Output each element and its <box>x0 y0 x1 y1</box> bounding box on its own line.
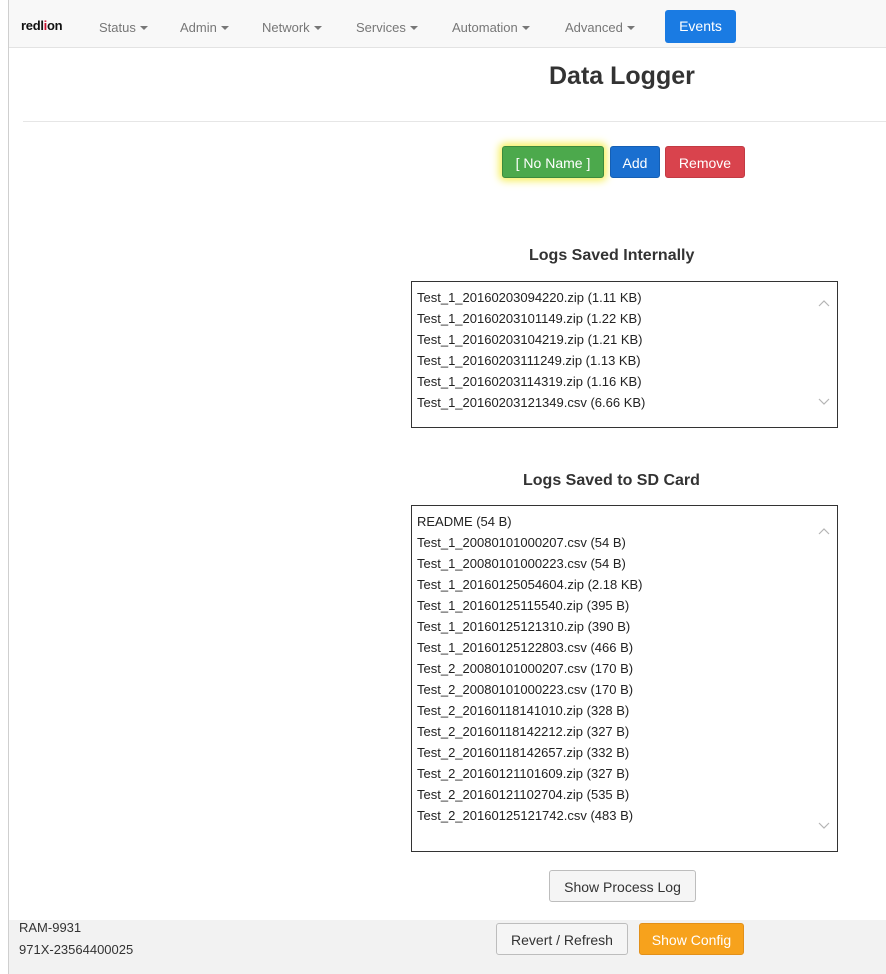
revert-refresh-button[interactable]: Revert / Refresh <box>496 923 628 955</box>
list-item[interactable]: Test_2_20160125121742.csv (483 B) <box>417 805 643 826</box>
device-model: RAM-9931 <box>19 920 82 935</box>
page-title: Data Logger <box>549 62 695 90</box>
divider <box>23 121 886 122</box>
caret-down-icon <box>626 26 635 30</box>
show-process-log-button[interactable]: Show Process Log <box>549 870 696 902</box>
scroll-down-icon[interactable] <box>817 395 831 409</box>
internal-logs-heading: Logs Saved Internally <box>529 247 695 264</box>
nav-status[interactable]: Status <box>99 20 148 35</box>
list-item[interactable]: Test_2_20080101000223.csv (170 B) <box>417 679 643 700</box>
sd-logs-list: README (54 B) Test_1_20080101000207.csv (… <box>417 511 643 826</box>
nav-automation[interactable]: Automation <box>452 20 530 35</box>
nav-network[interactable]: Network <box>262 20 322 35</box>
list-item[interactable]: Test_1_20160203101149.zip (1.22 KB) <box>417 308 645 329</box>
list-item[interactable]: Test_1_20160203094220.zip (1.11 KB) <box>417 287 645 308</box>
caret-down-icon <box>313 26 322 30</box>
nav-advanced[interactable]: Advanced <box>565 20 635 35</box>
list-item[interactable]: Test_1_20160125054604.zip (2.18 KB) <box>417 574 643 595</box>
caret-down-icon <box>139 26 148 30</box>
sd-logs-heading: Logs Saved to SD Card <box>523 472 700 489</box>
show-config-button[interactable]: Show Config <box>639 923 744 955</box>
caret-down-icon <box>521 26 530 30</box>
scroll-up-icon[interactable] <box>817 524 831 538</box>
list-item[interactable]: Test_2_20160118141010.zip (328 B) <box>417 700 643 721</box>
add-logger-button[interactable]: Add <box>610 146 660 178</box>
list-item[interactable]: Test_1_20160203121349.csv (6.66 KB) <box>417 392 645 413</box>
nav-services[interactable]: Services <box>356 20 418 35</box>
list-item[interactable]: Test_1_20080101000223.csv (54 B) <box>417 553 643 574</box>
list-item[interactable]: Test_2_20160118142657.zip (332 B) <box>417 742 643 763</box>
remove-logger-button[interactable]: Remove <box>665 146 745 178</box>
device-serial: 971X-23564400025 <box>19 942 134 957</box>
list-item[interactable]: Test_1_20080101000207.csv (54 B) <box>417 532 643 553</box>
nav-events[interactable]: Events <box>665 10 736 43</box>
list-item[interactable]: Test_1_20160125121310.zip (390 B) <box>417 616 643 637</box>
scroll-down-icon[interactable] <box>817 819 831 833</box>
internal-logs-list: Test_1_20160203094220.zip (1.11 KB) Test_… <box>417 287 645 413</box>
list-item[interactable]: Test_2_20080101000207.csv (170 B) <box>417 658 643 679</box>
caret-down-icon <box>409 26 418 30</box>
list-item[interactable]: Test_1_20160203114319.zip (1.16 KB) <box>417 371 645 392</box>
footer-bar: RAM-9931 971X-23564400025 Revert / Refre… <box>9 920 886 974</box>
list-item[interactable]: Test_1_20160203104219.zip (1.21 KB) <box>417 329 645 350</box>
logger-name-button[interactable]: [ No Name ] <box>502 146 604 178</box>
internal-logs-listbox[interactable]: Test_1_20160203094220.zip (1.11 KB) Test_… <box>411 281 838 428</box>
caret-down-icon <box>220 26 229 30</box>
list-item[interactable]: Test_1_20160203111249.zip (1.13 KB) <box>417 350 645 371</box>
top-navbar: redlion Status Admin Network Services Au… <box>9 0 886 48</box>
list-item[interactable]: Test_2_20160121102704.zip (535 B) <box>417 784 643 805</box>
nav-admin[interactable]: Admin <box>180 20 229 35</box>
scroll-up-icon[interactable] <box>817 296 831 310</box>
list-item[interactable]: Test_1_20160125115540.zip (395 B) <box>417 595 643 616</box>
app-frame: redlion Status Admin Network Services Au… <box>8 0 886 974</box>
list-item[interactable]: README (54 B) <box>417 511 643 532</box>
list-item[interactable]: Test_2_20160121101609.zip (327 B) <box>417 763 643 784</box>
list-item[interactable]: Test_2_20160118142212.zip (327 B) <box>417 721 643 742</box>
list-item[interactable]: Test_1_20160125122803.csv (466 B) <box>417 637 643 658</box>
sd-logs-listbox[interactable]: README (54 B) Test_1_20080101000207.csv (… <box>411 505 838 852</box>
redlion-logo[interactable]: redlion <box>21 18 63 33</box>
